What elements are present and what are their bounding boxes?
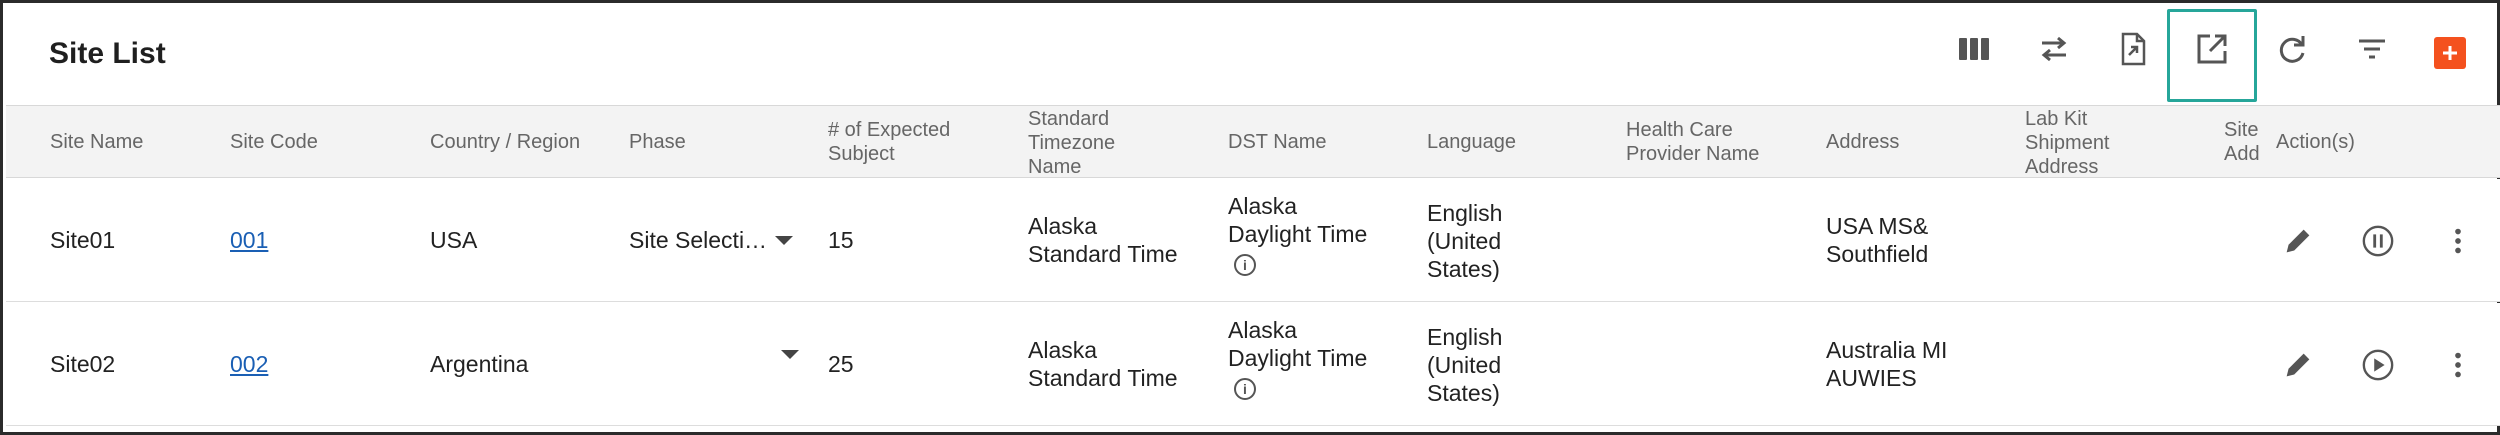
open-external-icon[interactable] xyxy=(2186,23,2238,75)
phase-value: Site Selecti… xyxy=(629,227,768,253)
header-site-name[interactable]: Site Name xyxy=(50,130,143,154)
lang-line1: English xyxy=(1427,324,1503,350)
header-hcp-line1: Health Care xyxy=(1626,119,1733,141)
header-lab-line2: Shipment xyxy=(2025,132,2110,154)
cell-site-name: Site02 xyxy=(50,351,116,377)
more-vert-icon[interactable] xyxy=(2438,345,2478,385)
cell-country: Argentina xyxy=(430,351,529,377)
header-address[interactable]: Address xyxy=(1826,130,1899,154)
header-site-code[interactable]: Site Code xyxy=(230,130,318,154)
header-tz-line3: Name xyxy=(1028,156,1082,178)
addr-line2: AUWIES xyxy=(1826,365,1917,391)
table-row: Site02 002 Argentina 25 Alaska Standard … xyxy=(6,303,2500,426)
cell-dst: Alaska Daylight Time i xyxy=(1228,192,1367,276)
header-tz-line2: Timezone xyxy=(1028,132,1116,154)
header-site-add[interactable]: Site Add xyxy=(2224,118,2260,166)
header-hcp-line2: Provider Name xyxy=(1626,143,1760,165)
lang-line1: English xyxy=(1427,200,1503,226)
refresh-icon[interactable] xyxy=(2266,23,2318,75)
cell-timezone: Alaska Standard Time xyxy=(1028,212,1178,268)
cell-country: USA xyxy=(430,227,478,253)
tz-line1: Alaska xyxy=(1028,213,1098,239)
addr-line1: Australia MI xyxy=(1826,337,1948,363)
chevron-down-icon xyxy=(781,350,799,359)
cell-address: Australia MI AUWIES xyxy=(1826,336,1947,392)
header-expected-subject[interactable]: # of Expected Subject xyxy=(828,118,950,166)
lang-line3: States) xyxy=(1427,380,1500,406)
pause-icon[interactable] xyxy=(2358,221,2398,261)
cell-expected: 15 xyxy=(828,227,854,253)
lang-line3: States) xyxy=(1427,256,1500,282)
tz-line1: Alaska xyxy=(1028,337,1098,363)
add-icon[interactable] xyxy=(2434,37,2466,69)
lang-line2: (United xyxy=(1427,352,1502,378)
header-siteadd-line1: Site xyxy=(2224,119,2259,141)
cell-timezone: Alaska Standard Time xyxy=(1028,336,1178,392)
site-code-link[interactable]: 002 xyxy=(230,350,268,378)
header-dst-name[interactable]: DST Name xyxy=(1228,130,1327,154)
phase-dropdown[interactable] xyxy=(629,350,799,359)
swap-icon[interactable] xyxy=(2028,23,2080,75)
site-code-link[interactable]: 001 xyxy=(230,226,268,254)
header-hcp-name[interactable]: Health Care Provider Name xyxy=(1626,118,1759,166)
addr-line2: Southfield xyxy=(1826,241,1929,267)
columns-icon[interactable] xyxy=(1948,23,2000,75)
more-vert-icon[interactable] xyxy=(2438,221,2478,261)
export-file-icon[interactable] xyxy=(2107,23,2159,75)
cell-language: English (United States) xyxy=(1427,199,1502,283)
chevron-down-icon xyxy=(775,235,794,245)
dst-line1: Alaska xyxy=(1228,317,1298,343)
dst-line2: Daylight Time xyxy=(1228,221,1368,247)
header-tz-line1: Standard xyxy=(1028,108,1110,130)
header-phase[interactable]: Phase xyxy=(629,130,686,154)
filter-icon[interactable] xyxy=(2346,23,2398,75)
header-lab-kit-address[interactable]: Lab Kit Shipment Address xyxy=(2025,107,2110,179)
table-row: Site01 001 USA Site Selecti… 15 Alaska S… xyxy=(6,179,2500,302)
header-timezone[interactable]: Standard Timezone Name xyxy=(1028,107,1115,179)
info-icon[interactable]: i xyxy=(1234,378,1256,400)
cell-site-name: Site01 xyxy=(50,227,116,253)
edit-icon[interactable] xyxy=(2278,345,2318,385)
tz-line2: Standard Time xyxy=(1028,241,1178,267)
header-country[interactable]: Country / Region xyxy=(430,130,580,154)
cell-dst: Alaska Daylight Time i xyxy=(1228,316,1367,400)
info-icon[interactable]: i xyxy=(1234,254,1256,276)
page-title: Site List xyxy=(49,37,166,70)
dst-line2: Daylight Time xyxy=(1228,345,1368,371)
cell-address: USA MS& Southfield xyxy=(1826,212,1928,268)
header-language[interactable]: Language xyxy=(1427,130,1516,154)
header-siteadd-line2: Add xyxy=(2224,143,2260,165)
cell-language: English (United States) xyxy=(1427,323,1502,407)
header-lab-line3: Address xyxy=(2025,156,2099,178)
lang-line2: (United xyxy=(1427,228,1502,254)
addr-line1: USA MS& xyxy=(1826,213,1929,239)
phase-dropdown[interactable]: Site Selecti… xyxy=(629,226,799,254)
play-icon[interactable] xyxy=(2358,345,2398,385)
edit-icon[interactable] xyxy=(2278,221,2318,261)
header-expected-line2: Subject xyxy=(828,143,895,165)
header-actions: Action(s) xyxy=(2276,131,2355,153)
header-lab-line1: Lab Kit xyxy=(2025,108,2088,130)
table-header: Site Name Site Code Country / Region Pha… xyxy=(6,105,2500,178)
cell-expected: 25 xyxy=(828,351,854,377)
header-expected-line1: # of Expected xyxy=(828,119,951,141)
site-list-panel: Site List Site Name Site Code Country / … xyxy=(0,0,2500,435)
tz-line2: Standard Time xyxy=(1028,365,1178,391)
dst-line1: Alaska xyxy=(1228,193,1298,219)
